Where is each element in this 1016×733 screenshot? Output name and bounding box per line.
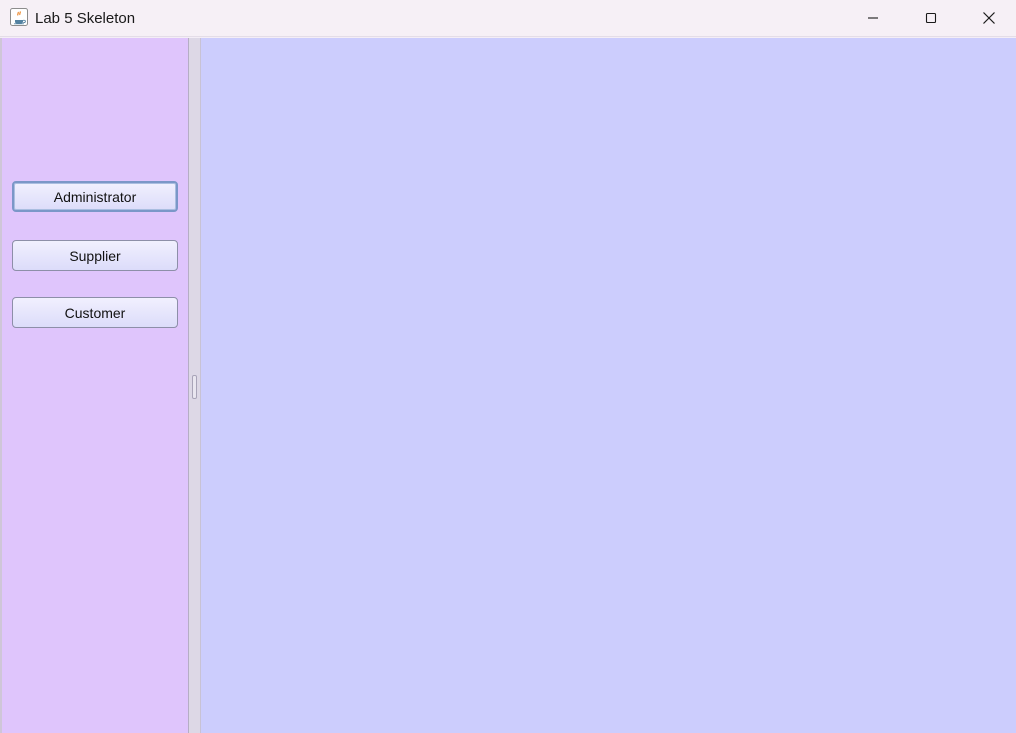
window-title: Lab 5 Skeleton [35, 10, 136, 27]
maximize-icon [925, 12, 937, 24]
java-app-icon [10, 8, 28, 26]
administrator-button-label: Administrator [53, 188, 137, 205]
app-window: Lab 5 Skeleton Administrator Supplier Cu… [0, 0, 1016, 733]
divider-grip-handle[interactable] [192, 375, 197, 399]
close-button[interactable] [960, 0, 1016, 36]
supplier-button[interactable]: Supplier [12, 240, 178, 271]
split-pane: Administrator Supplier Customer [0, 38, 1016, 733]
main-content-panel [201, 38, 1016, 733]
minimize-button[interactable] [844, 0, 902, 36]
customer-button[interactable]: Customer [12, 297, 178, 328]
split-pane-divider[interactable] [188, 38, 201, 733]
supplier-button-label: Supplier [69, 247, 121, 264]
maximize-button[interactable] [902, 0, 960, 36]
administrator-button[interactable]: Administrator [12, 181, 178, 212]
customer-button-label: Customer [64, 304, 126, 321]
close-icon [983, 12, 995, 24]
minimize-icon [868, 17, 878, 19]
title-bar[interactable]: Lab 5 Skeleton [0, 0, 1016, 37]
sidebar-panel: Administrator Supplier Customer [2, 38, 188, 733]
